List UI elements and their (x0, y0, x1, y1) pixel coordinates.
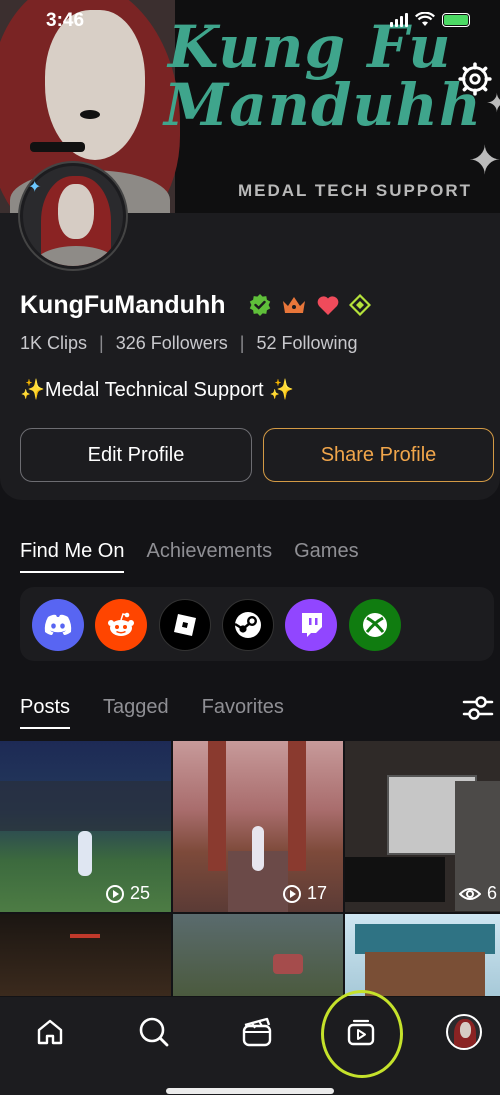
search-icon[interactable] (136, 1014, 172, 1050)
bottom-navigation (0, 997, 500, 1095)
username: KungFuManduhh (20, 291, 226, 319)
settings-gear-icon[interactable] (458, 62, 492, 96)
view-count: 17 (283, 883, 327, 904)
play-icon (106, 884, 124, 903)
view-count: 6 (459, 883, 497, 904)
profile-section-tabs: Find Me On Achievements Games (20, 540, 359, 573)
highlight-circle (321, 990, 403, 1078)
tab-posts[interactable]: Posts (20, 696, 71, 729)
post-thumbnail[interactable] (0, 914, 171, 996)
followers-count[interactable]: 326 Followers (116, 333, 228, 354)
post-thumbnail[interactable]: 17 (173, 741, 343, 912)
clips-count[interactable]: 1K Clips (20, 333, 87, 354)
crown-icon (283, 297, 305, 313)
social-links (20, 587, 494, 661)
status-time: 3:46 (46, 10, 85, 31)
status-bar: 3:46 (0, 0, 500, 40)
twitch-icon[interactable] (285, 599, 337, 651)
tab-games[interactable]: Games (294, 540, 358, 563)
profile-badges (248, 293, 371, 317)
post-thumbnail[interactable] (173, 914, 343, 996)
home-indicator[interactable] (166, 1088, 334, 1094)
diamond-badge-icon (349, 294, 371, 316)
eye-icon (459, 887, 481, 900)
steam-icon[interactable] (222, 599, 274, 651)
profile-avatar[interactable] (446, 1014, 482, 1050)
post-thumbnail[interactable]: 6 (345, 741, 500, 912)
fairy-badge-icon: ✦ (28, 179, 42, 196)
share-profile-button[interactable]: Share Profile (263, 428, 494, 482)
roblox-icon[interactable] (159, 599, 211, 651)
cellular-signal-icon (390, 12, 408, 27)
verified-badge-icon (249, 294, 271, 316)
heart-icon (317, 296, 339, 315)
profile-stats: 1K Clips | 326 Followers | 52 Following (20, 333, 358, 354)
edit-profile-button[interactable]: Edit Profile (20, 428, 252, 482)
battery-icon (442, 12, 470, 27)
tab-favorites[interactable]: Favorites (202, 696, 284, 719)
home-icon[interactable] (32, 1014, 68, 1050)
stats-separator: | (99, 333, 104, 353)
posts-grid: 25 17 6 (0, 741, 500, 996)
banner-subtitle: MEDAL TECH SUPPORT (238, 181, 473, 200)
view-count: 25 (106, 883, 150, 904)
tab-find-me-on[interactable]: Find Me On (20, 540, 125, 573)
stats-separator: | (239, 333, 245, 353)
tab-achievements[interactable]: Achievements (146, 540, 272, 563)
post-thumbnail[interactable] (345, 914, 500, 996)
post-thumbnail[interactable]: 25 (0, 741, 171, 912)
filter-settings-icon[interactable] (462, 692, 494, 724)
play-icon (283, 884, 301, 903)
sparkle-icon: ✦ (468, 139, 500, 183)
following-count[interactable]: 52 Following (256, 333, 357, 354)
reddit-icon[interactable] (95, 599, 147, 651)
xbox-icon[interactable] (349, 599, 401, 651)
clips-icon[interactable] (239, 1014, 275, 1050)
post-tabs: Posts Tagged Favorites (20, 696, 284, 729)
discord-icon[interactable] (32, 599, 84, 651)
wifi-icon (415, 12, 435, 26)
tab-tagged[interactable]: Tagged (103, 696, 169, 719)
profile-bio: ✨Medal Technical Support ✨ (20, 379, 295, 401)
